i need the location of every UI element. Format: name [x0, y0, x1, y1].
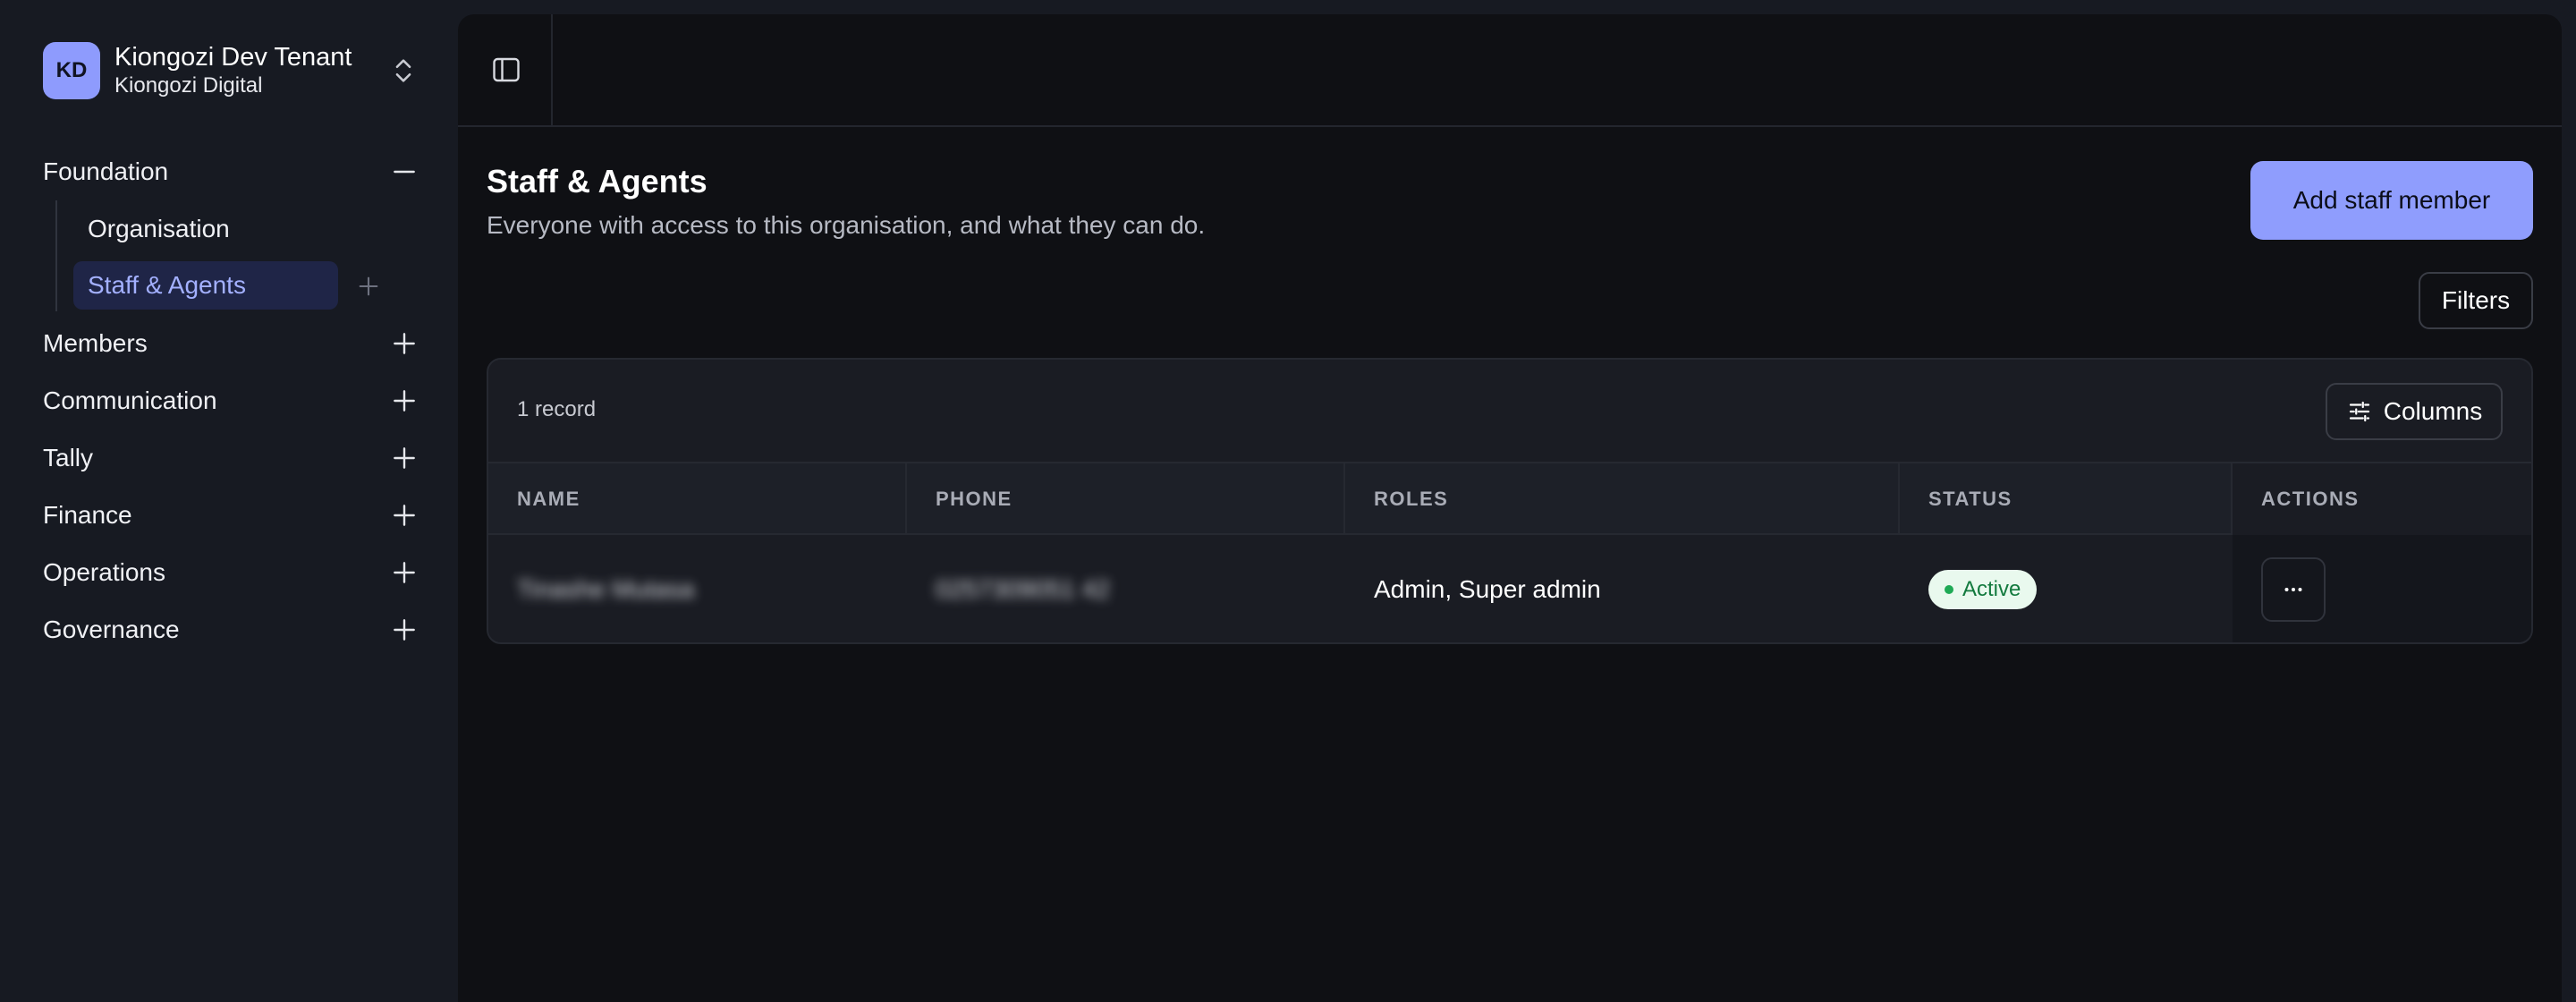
- cell-actions: [2233, 535, 2531, 642]
- sidebar-section-label: Tally: [43, 444, 94, 471]
- app-root: KD Kiongozi Dev Tenant Kiongozi Digital …: [0, 0, 2576, 1002]
- tenant-switcher[interactable]: KD Kiongozi Dev Tenant Kiongozi Digital: [43, 41, 419, 100]
- sidebar-section-finance[interactable]: Finance: [43, 494, 419, 537]
- top-bar: [458, 14, 2562, 127]
- table-row[interactable]: Tinashe Mutasa 0257309051 42 Admin, Supe…: [488, 535, 2531, 642]
- plus-icon[interactable]: [390, 558, 419, 587]
- sidebar-section-members[interactable]: Members: [43, 322, 419, 365]
- record-count: 1 record: [517, 397, 597, 421]
- plus-icon[interactable]: [356, 274, 381, 299]
- status-dot-icon: [1945, 585, 1953, 594]
- sidebar-section-label: Communication: [43, 386, 217, 414]
- staff-table: 1 record Columns NAME PHONE ROLES STATUS…: [487, 358, 2533, 644]
- sliders-icon: [2349, 401, 2369, 422]
- sidebar: KD Kiongozi Dev Tenant Kiongozi Digital …: [0, 0, 458, 1002]
- sidebar-section-label: Foundation: [43, 157, 169, 185]
- column-header-status[interactable]: STATUS: [1900, 463, 2233, 535]
- sidebar-section-label: Members: [43, 329, 148, 357]
- sidebar-section-governance[interactable]: Governance: [43, 608, 419, 651]
- tenant-avatar: KD: [43, 42, 100, 99]
- more-horizontal-icon: [2284, 588, 2302, 591]
- filters-button[interactable]: Filters: [2419, 272, 2533, 329]
- staff-phone: 0257309051 42: [936, 575, 1110, 603]
- cell-name: Tinashe Mutasa: [488, 535, 907, 642]
- row-actions-button[interactable]: [2261, 557, 2326, 622]
- sidebar-section-label: Finance: [43, 501, 132, 529]
- column-header-actions: ACTIONS: [2233, 463, 2531, 535]
- chevron-up-down-icon[interactable]: [388, 55, 419, 86]
- sidebar-item-staff-agents[interactable]: Staff & Agents: [73, 261, 338, 310]
- plus-icon[interactable]: [390, 386, 419, 415]
- column-header-name[interactable]: NAME: [488, 463, 907, 535]
- columns-button-label: Columns: [2383, 397, 2483, 425]
- columns-button[interactable]: Columns: [2326, 383, 2503, 440]
- submenu-guide-line: [55, 200, 57, 311]
- tenant-name: Kiongozi Dev Tenant: [114, 43, 352, 72]
- staff-name: Tinashe Mutasa: [517, 575, 695, 603]
- page-title: Staff & Agents: [487, 163, 708, 200]
- sidebar-section-operations[interactable]: Operations: [43, 551, 419, 594]
- plus-icon[interactable]: [390, 329, 419, 358]
- sidebar-section-communication[interactable]: Communication: [43, 379, 419, 422]
- cell-status: Active: [1900, 535, 2233, 642]
- topbar-divider: [551, 14, 553, 127]
- cell-phone: 0257309051 42: [907, 535, 1345, 642]
- tenant-org: Kiongozi Digital: [114, 73, 263, 98]
- plus-icon[interactable]: [390, 444, 419, 472]
- table-header: NAME PHONE ROLES STATUS ACTIONS: [488, 462, 2531, 535]
- tenant-text: Kiongozi Dev Tenant Kiongozi Digital: [114, 42, 352, 99]
- column-header-roles[interactable]: ROLES: [1345, 463, 1900, 535]
- cell-roles: Admin, Super admin: [1374, 575, 1601, 603]
- sidebar-panel-icon[interactable]: [490, 54, 522, 86]
- sidebar-section-label: Governance: [43, 616, 180, 643]
- status-badge: Active: [1928, 570, 2038, 609]
- sidebar-section-label: Operations: [43, 558, 165, 586]
- page-subtitle: Everyone with access to this organisatio…: [487, 211, 1206, 239]
- main-panel: Staff & Agents Everyone with access to t…: [458, 14, 2562, 1002]
- sidebar-section-foundation[interactable]: Foundation: [43, 150, 419, 193]
- plus-icon[interactable]: [390, 501, 419, 530]
- status-label: Active: [1962, 577, 2021, 601]
- plus-icon[interactable]: [390, 616, 419, 644]
- add-staff-member-button[interactable]: Add staff member: [2250, 161, 2533, 240]
- column-header-phone[interactable]: PHONE: [907, 463, 1345, 535]
- sidebar-item-organisation[interactable]: Organisation: [73, 205, 338, 253]
- minus-icon[interactable]: [390, 157, 419, 186]
- sidebar-section-tally[interactable]: Tally: [43, 437, 419, 480]
